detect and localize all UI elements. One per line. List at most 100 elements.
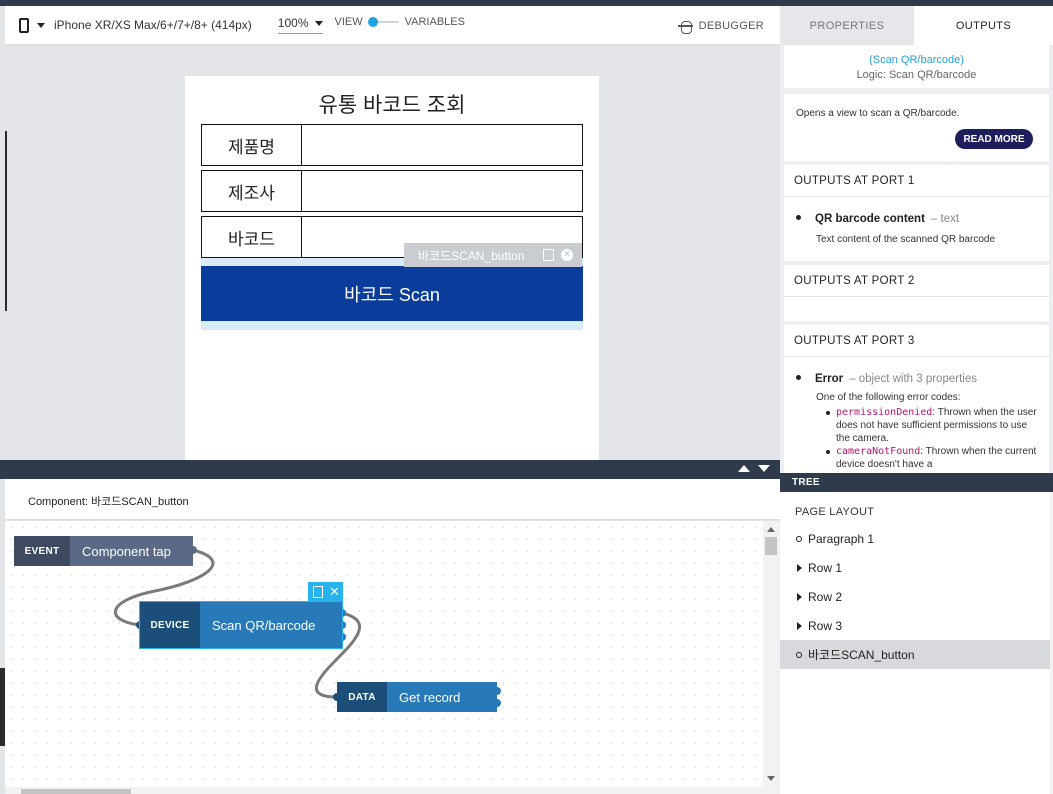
output-name: QR barcode content	[815, 213, 925, 225]
error-code: cameraNotFound	[836, 446, 921, 457]
toggle-switch[interactable]	[367, 17, 399, 27]
bullet	[796, 375, 801, 380]
port-body: Error – object with 3 properties One of …	[784, 357, 1049, 473]
error-code-item: cameraNotFound: Thrown when the current …	[826, 445, 1037, 471]
tree-item-label: Row 3	[808, 618, 843, 633]
device-selector[interactable]: iPhone XR/XS Max/6+/7+/8+ (414px)	[54, 18, 252, 32]
tree-item-row-3[interactable]: Row 3	[780, 611, 1050, 640]
caret-right-icon[interactable]	[797, 621, 802, 630]
scroll-thumb[interactable]	[765, 537, 777, 555]
page-title[interactable]: 유통 바코드 조회	[185, 89, 599, 119]
row-value[interactable]	[302, 125, 582, 165]
tree-item-row-2[interactable]: Row 2	[780, 582, 1050, 611]
port-title: OUTPUTS AT PORT 3	[784, 325, 1049, 357]
expand-up-icon[interactable]	[738, 465, 750, 472]
debugger-label: DEBUGGER	[698, 19, 764, 32]
row-value[interactable]	[302, 171, 582, 211]
node-name: Scan QR/barcode	[200, 602, 342, 648]
view-label: VIEW	[334, 16, 363, 28]
panel-splitter[interactable]	[0, 460, 780, 479]
tab-outputs[interactable]: OUTPUTS	[914, 6, 1053, 45]
event-node[interactable]: EVENT Component tap	[14, 536, 193, 566]
zoom-select[interactable]: 100%	[277, 16, 323, 34]
right-panel: PROPERTIES OUTPUTS (Scan QR/barcode) Log…	[780, 6, 1053, 473]
tree-title: PAGE LAYOUT	[795, 506, 875, 518]
port-title: OUTPUTS AT PORT 2	[784, 265, 1049, 297]
tab-properties[interactable]: PROPERTIES	[780, 6, 914, 45]
phone-preview[interactable]: 유통 바코드 조회 제품명 제조사 바코드 바코드 Scan	[185, 76, 599, 460]
node-name: Component tap	[70, 536, 193, 566]
selection-tag: 바코드SCAN_button ×	[404, 243, 582, 267]
output-name: Error	[815, 373, 844, 385]
zoom-value: 100%	[277, 16, 309, 30]
phone-icon[interactable]	[19, 17, 29, 33]
logic-description: Opens a view to scan a QR/barcode.	[796, 108, 960, 119]
tree-header: TREE	[780, 473, 1053, 492]
row-label: 제조사	[202, 171, 302, 211]
view-variables-toggle[interactable]: VIEW VARIABLES	[335, 16, 465, 28]
port-3-card: OUTPUTS AT PORT 3 Error – object with 3 …	[784, 325, 1049, 473]
caret-right-icon[interactable]	[797, 563, 802, 572]
node-tag: DATA	[337, 682, 387, 712]
canvas-edge	[5, 131, 7, 311]
node-tag: EVENT	[14, 536, 70, 566]
data-node[interactable]: DATA Get record	[337, 682, 497, 712]
port-2-card: OUTPUTS AT PORT 2	[784, 265, 1049, 321]
row-label: 바코드	[202, 217, 302, 257]
variables-label: VARIABLES	[404, 16, 465, 28]
output-type: – text	[930, 213, 960, 225]
chevron-down-icon[interactable]	[37, 22, 45, 28]
error-code-list: permissionDenied: Thrown when the user d…	[826, 406, 1037, 471]
chevron-down-icon	[314, 20, 323, 26]
error-code: permissionDenied	[836, 407, 933, 418]
tree-item-label: Paragraph 1	[808, 531, 875, 546]
node-name: Get record	[387, 682, 497, 712]
scroll-up-icon[interactable]	[767, 527, 775, 532]
bug-icon	[677, 18, 693, 34]
debugger-button[interactable]: DEBUGGER	[677, 18, 764, 34]
tree-item-paragraph-1[interactable]: Paragraph 1	[780, 524, 1050, 553]
description-card: Opens a view to scan a QR/barcode. READ …	[784, 94, 1049, 161]
device-node[interactable]: DEVICE Scan QR/barcode	[139, 601, 343, 649]
logic-info-card: (Scan QR/barcode) Logic: Scan QR/barcode	[784, 45, 1049, 88]
collapse-down-icon[interactable]	[758, 465, 770, 472]
barcode-scan-button[interactable]: 바코드 Scan	[201, 266, 583, 321]
toggle-knob[interactable]	[367, 17, 378, 27]
logic-canvas[interactable]: EVENT Component tap ✕ DEVICE Scan QR/bar…	[5, 521, 763, 787]
form-row-1[interactable]: 제품명	[201, 124, 583, 166]
logic-subtitle: Logic: Scan QR/barcode	[856, 69, 977, 81]
node-tag: DEVICE	[140, 602, 200, 648]
caret-right-icon[interactable]	[797, 592, 802, 601]
logic-header: Component: 바코드SCAN_button	[5, 479, 780, 520]
page-layout-tree: PAGE LAYOUT Paragraph 1 Row 1 Row 2 Row …	[780, 492, 1053, 794]
leaf-node-icon	[796, 535, 802, 542]
copy-icon[interactable]	[313, 586, 323, 598]
bullet	[796, 215, 801, 220]
port-1-card: OUTPUTS AT PORT 1 QR barcode content – t…	[784, 165, 1049, 261]
tree-item-row-1[interactable]: Row 1	[780, 553, 1050, 582]
read-more-button[interactable]: READ MORE	[955, 129, 1033, 149]
form-row-2[interactable]: 제조사	[201, 170, 583, 212]
node-toolbar: ✕	[308, 582, 343, 603]
copy-icon[interactable]	[543, 249, 554, 261]
scroll-thumb[interactable]	[21, 789, 131, 794]
scroll-down-icon[interactable]	[767, 776, 775, 781]
tree-item-scan-button[interactable]: 바코드SCAN_button	[780, 640, 1050, 669]
selection-tag-label: 바코드SCAN_button	[418, 248, 525, 263]
output-description: One of the following error codes:	[816, 392, 961, 403]
tree-item-label: Row 1	[808, 560, 843, 575]
row-label: 제품명	[202, 125, 302, 165]
vertical-scrollbar[interactable]	[763, 521, 780, 787]
panel-tabs: PROPERTIES OUTPUTS	[780, 6, 1053, 45]
port-title: OUTPUTS AT PORT 1	[784, 165, 1049, 197]
tree-item-label: Row 2	[808, 589, 843, 604]
error-code-item: permissionDenied: Thrown when the user d…	[826, 406, 1037, 445]
close-icon[interactable]: ×	[561, 249, 573, 261]
horizontal-scrollbar[interactable]	[5, 787, 780, 794]
close-icon[interactable]: ✕	[329, 584, 340, 600]
port-body: QR barcode content – text Text content o…	[784, 197, 1049, 256]
output-description: Text content of the scanned QR barcode	[816, 234, 995, 245]
output-item: Error – object with 3 properties	[796, 373, 1037, 385]
output-item: QR barcode content – text	[796, 213, 1037, 225]
output-type: – object with 3 properties	[849, 373, 977, 385]
